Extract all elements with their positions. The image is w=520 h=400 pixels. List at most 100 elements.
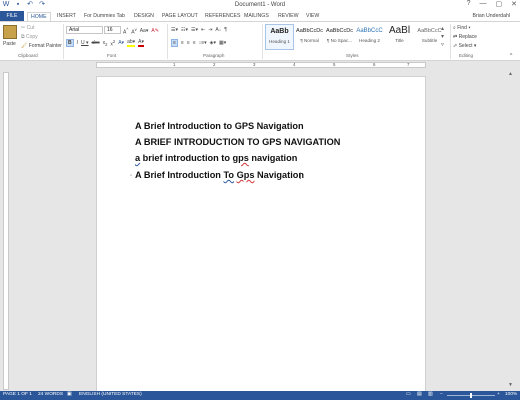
justify-icon[interactable]: ≡ — [193, 40, 196, 46]
tab-design[interactable]: DESIGN — [131, 12, 157, 21]
italic-icon[interactable]: I — [77, 40, 78, 46]
zoom-slider-handle[interactable] — [470, 393, 472, 398]
doc-line-2[interactable]: A BRIEF INTRODUCTION TO GPS NAVIGATION — [135, 137, 340, 147]
borders-icon[interactable]: ▦▾ — [219, 40, 226, 46]
doc-line-4[interactable]: A Brief Introduction To Gps Navigation — [135, 170, 304, 180]
bullets-icon[interactable]: ☰▾ — [171, 27, 178, 33]
line-spacing-icon[interactable]: ↕≡▾ — [199, 40, 207, 46]
grammar-flag: To — [223, 170, 235, 180]
bold-icon[interactable]: B — [66, 39, 74, 48]
close-icon[interactable]: ✕ — [511, 0, 517, 8]
vertical-scrollbar[interactable] — [508, 70, 516, 390]
editing-group-label: Editing — [459, 53, 474, 58]
scroll-up-icon[interactable]: ▲ — [508, 71, 513, 77]
styles-scroll[interactable]: ▴ ▾ ▿ — [441, 25, 444, 49]
text-run: Navigation — [254, 170, 304, 180]
horizontal-ruler[interactable]: 1 2 3 4 5 6 7 — [96, 62, 426, 68]
text-run: brief introduction to — [140, 153, 233, 163]
clipboard-group-label: Clipboard — [18, 53, 38, 58]
user-name[interactable]: Brian Underdahl — [473, 13, 511, 19]
text-cursor-icon: I — [299, 171, 302, 181]
style-heading-2[interactable]: AaBbCcC Heading 2 — [355, 24, 384, 50]
separator — [450, 24, 451, 59]
tab-references[interactable]: REFERENCES — [202, 12, 243, 21]
search-icon: ⌕ — [453, 25, 456, 31]
format-painter-button[interactable]: 🖌 Format Painter — [21, 43, 62, 49]
grow-font-icon[interactable]: A^ — [123, 27, 128, 36]
help-icon[interactable]: ? — [467, 0, 471, 8]
print-layout-icon[interactable]: ▤ — [417, 392, 422, 397]
spelling-flag: Gps — [236, 170, 255, 180]
decrease-indent-icon[interactable]: ⇤ — [201, 27, 205, 33]
style-title[interactable]: AaBl Title — [385, 24, 414, 50]
ruler-mark: 1 — [173, 62, 176, 67]
paste-icon[interactable] — [3, 25, 17, 39]
select-button[interactable]: ⬀ Select ▾ — [453, 43, 476, 49]
minimize-icon[interactable]: — — [480, 0, 487, 8]
text-effects-icon[interactable]: A▾ — [118, 40, 124, 46]
highlight-icon[interactable]: ab▾ — [127, 39, 136, 48]
document-page[interactable]: A Brief Introduction to GPS Navigation A… — [96, 76, 426, 392]
underline-icon[interactable]: U ▾ — [81, 40, 89, 46]
tab-page-layout[interactable]: PAGE LAYOUT — [159, 12, 201, 21]
zoom-level[interactable]: 100% — [505, 392, 517, 397]
tab-insert[interactable]: INSERT — [54, 12, 79, 21]
replace-button[interactable]: ⇄ Replace — [453, 34, 477, 40]
zoom-out-icon[interactable]: − — [440, 392, 443, 397]
maximize-icon[interactable]: ▢ — [496, 0, 503, 8]
paste-button[interactable]: Paste — [3, 41, 16, 47]
title-bar: W ▪ ↶ ↷ Document1 - Word ? — ▢ ✕ — [0, 0, 520, 11]
tab-view[interactable]: VIEW — [303, 12, 322, 21]
align-left-icon[interactable]: ≡ — [171, 39, 178, 47]
collapse-ribbon-icon[interactable]: ^ — [510, 53, 512, 59]
window-controls: ? — ▢ ✕ — [467, 0, 517, 8]
tab-review[interactable]: REVIEW — [275, 12, 301, 21]
font-name-box[interactable]: Arial — [66, 26, 103, 34]
font-group-label: Font — [107, 53, 117, 58]
show-marks-icon[interactable]: ¶ — [224, 27, 227, 33]
style-normal[interactable]: AaBbCcDc ¶ Normal — [295, 24, 324, 50]
multilevel-list-icon[interactable]: ☰▾ — [191, 27, 198, 33]
styles-group-label: Styles — [346, 53, 359, 58]
font-color-icon[interactable]: A▾ — [138, 39, 145, 48]
shading-icon[interactable]: ◈▾ — [210, 40, 216, 46]
change-case-icon[interactable]: Aa▾ — [140, 28, 149, 34]
increase-indent-icon[interactable]: ⇥ — [208, 27, 212, 33]
proofing-icon[interactable]: ▣ — [67, 392, 72, 397]
style-subtitle[interactable]: AaBbCcC Subtitle — [415, 24, 444, 50]
page-count[interactable]: PAGE 1 OF 1 — [3, 392, 32, 397]
vertical-ruler[interactable] — [3, 72, 9, 390]
tab-file[interactable]: FILE — [0, 11, 24, 21]
zoom-in-icon[interactable]: + — [497, 392, 500, 397]
web-layout-icon[interactable]: ▥ — [428, 392, 433, 397]
paragraph-marker-icon: ▫ — [130, 173, 133, 179]
tab-mailings[interactable]: MAILINGS — [241, 12, 272, 21]
shrink-font-icon[interactable]: Av — [131, 27, 136, 36]
numbering-icon[interactable]: ☷▾ — [181, 27, 188, 33]
align-right-icon[interactable]: ≡ — [187, 40, 190, 46]
font-size-box[interactable]: 16 — [104, 26, 121, 34]
language[interactable]: ENGLISH (UNITED STATES) — [79, 392, 142, 397]
tab-home[interactable]: HOME — [27, 12, 51, 21]
doc-line-1[interactable]: A Brief Introduction to GPS Navigation — [135, 121, 304, 131]
cut-button[interactable]: ✂ Cut — [21, 25, 34, 31]
doc-line-3[interactable]: a brief introduction to gps navigation — [135, 153, 297, 163]
align-center-icon[interactable]: ≡ — [181, 40, 184, 46]
style-heading-1[interactable]: AaBb Heading 1 — [265, 24, 294, 50]
separator — [63, 24, 64, 59]
ribbon: Paste ✂ Cut ⧉ Copy 🖌 Format Painter Clip… — [0, 21, 520, 61]
subscript-icon[interactable]: x2 — [103, 40, 108, 47]
copy-button[interactable]: ⧉ Copy — [21, 34, 38, 40]
strikethrough-icon[interactable]: abc — [92, 40, 100, 46]
scroll-down-icon[interactable]: ▼ — [508, 382, 513, 388]
word-count[interactable]: 24 WORDS — [38, 392, 63, 397]
superscript-icon[interactable]: x2 — [110, 39, 115, 48]
tab-for-dummies[interactable]: For Dummies Tab — [81, 12, 128, 21]
separator — [262, 24, 263, 59]
ruler-mark: 6 — [373, 62, 376, 67]
style-no-spacing[interactable]: AaBbCcDc ¶ No Spac... — [325, 24, 354, 50]
clear-formatting-icon[interactable]: A✎ — [151, 28, 159, 34]
find-button[interactable]: ⌕ Find ▾ — [453, 25, 470, 31]
read-mode-icon[interactable]: ▭ — [406, 392, 411, 397]
sort-icon[interactable]: A↓ — [215, 27, 221, 33]
